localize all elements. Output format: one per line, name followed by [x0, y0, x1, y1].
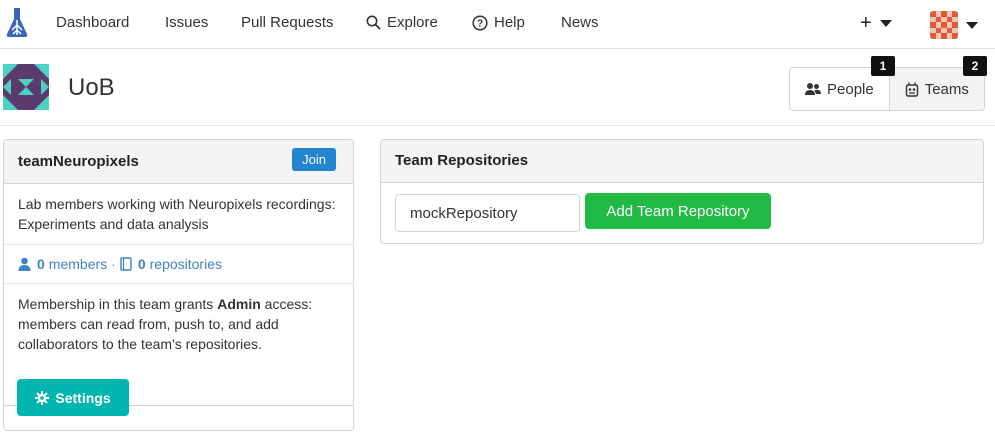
org-name: UoB — [68, 74, 115, 101]
svg-text:?: ? — [477, 18, 483, 29]
team-info-card: teamNeuropixels Join Lab members working… — [3, 139, 354, 431]
perm-prefix: Membership in this team grants — [18, 296, 218, 312]
perm-level: Admin — [217, 296, 261, 312]
repos-card-header: Team Repositories — [381, 140, 983, 183]
shortcut-badge-teams: 2 — [963, 56, 987, 76]
nav-issues[interactable]: Issues — [165, 14, 208, 31]
nav-pull-requests[interactable]: Pull Requests — [241, 14, 334, 31]
nav-explore[interactable]: Explore — [366, 14, 438, 31]
nav-help[interactable]: ? Help — [472, 14, 525, 31]
nav-dashboard[interactable]: Dashboard — [56, 14, 129, 31]
join-button[interactable]: Join — [292, 148, 336, 171]
repos-count[interactable]: 0 — [138, 256, 146, 272]
nav-news-label: News — [561, 14, 599, 31]
nav-news[interactable]: News — [561, 14, 599, 31]
org-avatar — [3, 64, 49, 110]
search-icon — [366, 15, 381, 30]
user-icon — [18, 257, 31, 271]
teams-icon — [905, 82, 919, 97]
nav-pull-requests-label: Pull Requests — [241, 14, 334, 31]
caret-down-icon — [966, 21, 978, 29]
nav-issues-label: Issues — [165, 14, 209, 31]
team-card-header: teamNeuropixels Join — [4, 140, 353, 184]
help-circle-icon: ? — [472, 14, 488, 31]
nav-explore-label: Explore — [387, 14, 438, 31]
repos-link[interactable]: repositories — [150, 256, 222, 272]
nav-dashboard-label: Dashboard — [56, 14, 130, 31]
settings-button-label: Settings — [55, 389, 111, 406]
shortcut-badge-people: 1 — [871, 56, 895, 76]
book-icon — [120, 257, 132, 271]
org-header: UoB People Teams 1 2 — [0, 50, 995, 126]
gear-icon — [35, 390, 50, 405]
tab-people-label: People — [827, 80, 874, 98]
members-count[interactable]: 0 — [37, 256, 45, 272]
tab-teams-label: Teams — [924, 80, 969, 98]
repos-title: Team Repositories — [395, 152, 529, 169]
nav-help-label: Help — [494, 14, 525, 31]
team-repositories-card: Team Repositories mockRepository Add Tea… — [380, 139, 984, 244]
members-link[interactable]: members — [49, 256, 107, 272]
settings-button[interactable]: Settings — [17, 379, 129, 416]
team-description: Lab members working with Neuropixels rec… — [4, 184, 353, 245]
caret-down-icon — [879, 20, 892, 27]
user-avatar — [930, 11, 958, 39]
team-stats: 0 members · 0 repositories — [4, 245, 353, 284]
team-name: teamNeuropixels — [18, 153, 139, 170]
create-menu-dropdown[interactable]: + — [860, 12, 892, 35]
people-icon — [805, 82, 821, 96]
user-menu-dropdown[interactable] — [930, 11, 978, 39]
plus-icon: + — [860, 12, 872, 34]
app-logo-icon[interactable] — [5, 8, 29, 38]
repository-search-input[interactable]: mockRepository — [395, 194, 580, 232]
stats-separator: · — [111, 256, 116, 272]
add-team-repository-button[interactable]: Add Team Repository — [585, 193, 771, 229]
top-navbar: Dashboard Issues Pull Requests Explore ?… — [0, 0, 995, 49]
